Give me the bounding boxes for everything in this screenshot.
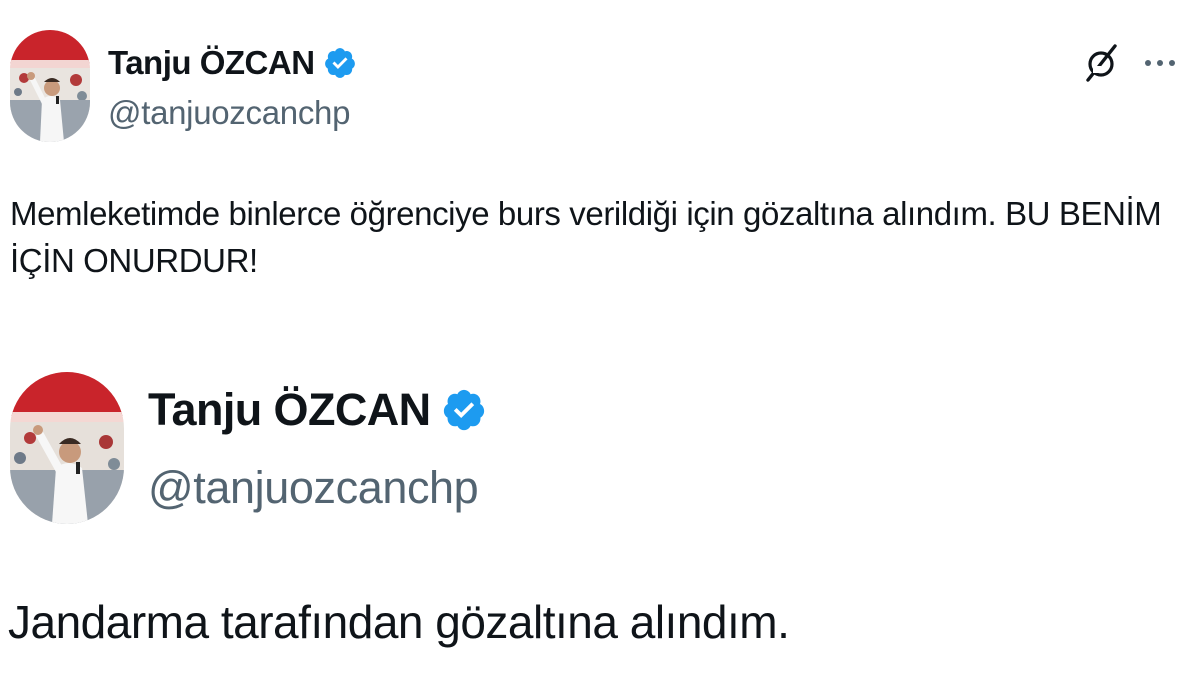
tweet-text: Memleketimde binlerce öğrenciye burs ver…	[10, 195, 1162, 279]
grok-icon[interactable]	[1080, 42, 1122, 84]
quoted-verified-badge-icon	[443, 389, 484, 431]
more-icon[interactable]	[1142, 45, 1178, 81]
tweet-header: Tanju ÖZCAN @tanjuozcanchp	[10, 30, 1190, 142]
avatar[interactable]	[10, 30, 90, 142]
quoted-tweet-header: Tanju ÖZCAN @tanjuozcanchp	[10, 372, 1190, 524]
author-name-text[interactable]: Tanju ÖZCAN	[108, 44, 315, 82]
verified-badge-icon	[324, 48, 355, 78]
quoted-author-name[interactable]: Tanju ÖZCAN	[148, 384, 487, 436]
avatar-photo	[10, 30, 90, 142]
quoted-author-handle[interactable]: @tanjuozcanchp	[148, 462, 479, 514]
quoted-avatar[interactable]	[10, 372, 124, 524]
quoted-tweet-text: Jandarma tarafından gözaltına alındım.	[8, 596, 790, 648]
author-handle[interactable]: @tanjuozcanchp	[108, 94, 350, 132]
quoted-avatar-photo	[10, 372, 124, 524]
screenshot-page: Tanju ÖZCAN @tanjuozcanchp Memleketimde …	[0, 0, 1200, 675]
tweet-actions	[1080, 42, 1178, 84]
author-name[interactable]: Tanju ÖZCAN	[108, 44, 357, 82]
quoted-author-name-text[interactable]: Tanju ÖZCAN	[148, 384, 431, 436]
